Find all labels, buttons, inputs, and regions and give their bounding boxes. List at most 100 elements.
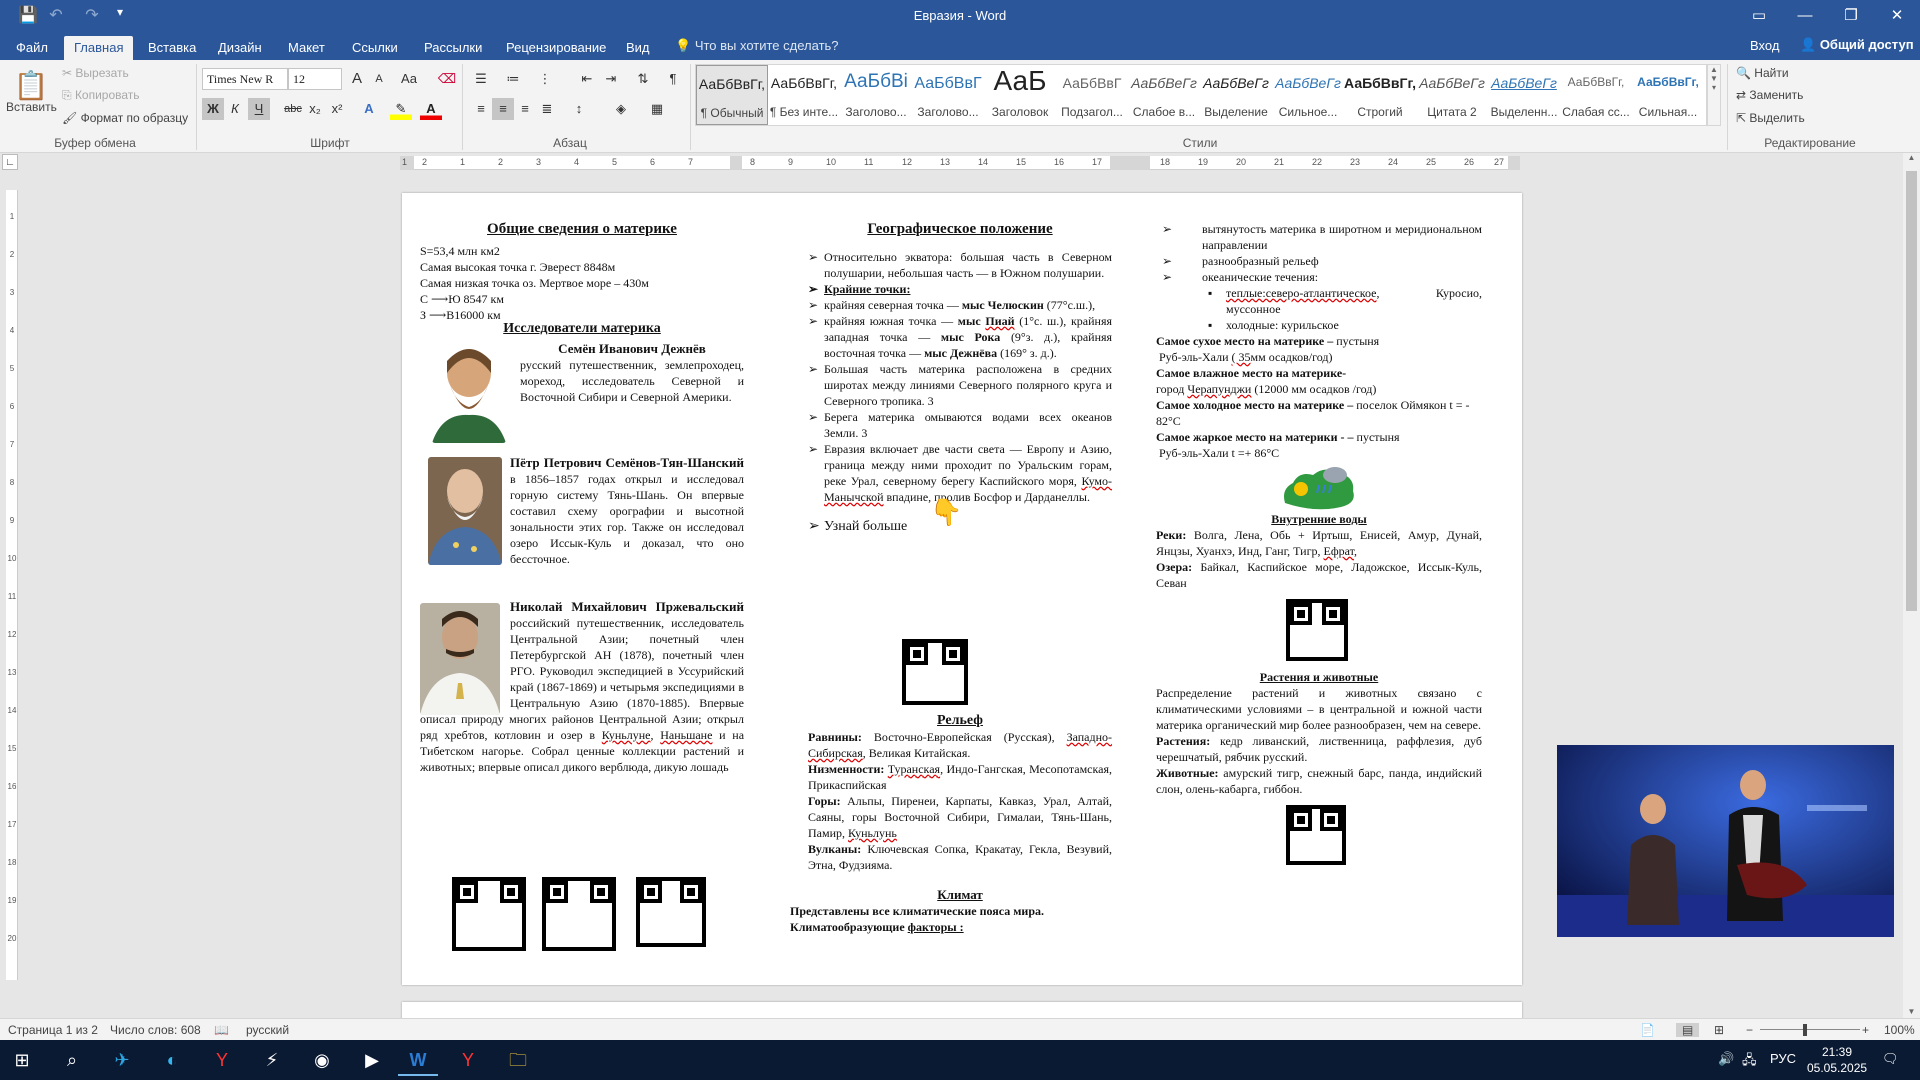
style-normal[interactable]: АаБбВвГг, ¶ Обычный xyxy=(696,65,768,125)
font-size-box[interactable]: 12 xyxy=(288,68,342,90)
tell-me-search[interactable]: 💡 Что вы хотите сделать? xyxy=(675,38,839,54)
show-formatting-icon[interactable]: ¶ xyxy=(662,68,684,90)
zoom-slider-thumb[interactable] xyxy=(1803,1024,1807,1036)
font-name-box[interactable]: Times New R xyxy=(202,68,288,90)
language-indicator[interactable]: русский xyxy=(246,1023,289,1037)
paste-button[interactable]: Вставить xyxy=(6,100,57,114)
justify-icon[interactable]: ≣ xyxy=(536,98,558,120)
save-icon[interactable]: 💾 xyxy=(16,5,40,25)
zoom-in-icon[interactable]: + xyxy=(1862,1023,1869,1037)
vertical-scrollbar[interactable]: ▲ ▼ xyxy=(1903,153,1920,1018)
find-button[interactable]: 🔍 Найти xyxy=(1736,66,1789,80)
style-title[interactable]: АаБ Заголовок xyxy=(984,65,1056,125)
tab-file[interactable]: Файл xyxy=(6,36,58,60)
windows-start-icon[interactable]: ⊞ xyxy=(2,1044,42,1076)
tab-design[interactable]: Дизайн xyxy=(208,36,272,60)
style-heading-1[interactable]: АаБбВі Заголово... xyxy=(840,65,912,125)
gaming-app-icon[interactable]: ◉ xyxy=(302,1044,342,1076)
web-layout-icon[interactable]: ⊞ xyxy=(1714,1023,1724,1037)
zoom-slider[interactable] xyxy=(1760,1029,1860,1030)
numbering-icon[interactable]: ≔ xyxy=(502,68,524,90)
tab-review[interactable]: Рецензирование xyxy=(496,36,616,60)
style-emphasis[interactable]: АаБбВеГг Выделение xyxy=(1200,65,1272,125)
redo-icon[interactable]: ↷ xyxy=(80,5,104,25)
style-subtle-reference[interactable]: АаБбВвГг, Слабая сс... xyxy=(1560,65,1632,125)
clock[interactable]: 21:39 05.05.2025 xyxy=(1807,1044,1867,1076)
print-layout-icon[interactable]: ▤ xyxy=(1676,1023,1700,1037)
scroll-thumb[interactable] xyxy=(1906,171,1917,611)
yandex-browser-icon[interactable]: Y xyxy=(202,1044,242,1076)
maximize-button[interactable]: ❐ xyxy=(1828,0,1874,32)
sign-in-link[interactable]: Вход xyxy=(1750,38,1779,53)
superscript-button[interactable]: x² xyxy=(326,98,348,120)
bullets-icon[interactable]: ☰ xyxy=(470,68,492,90)
close-button[interactable]: ✕ xyxy=(1874,0,1920,32)
format-painter-button[interactable]: 🖌 Формат по образцу xyxy=(62,111,188,125)
chevron-down-icon[interactable]: ▼ xyxy=(1708,74,1720,83)
tab-layout[interactable]: Макет xyxy=(278,36,335,60)
change-case-icon[interactable]: Aa xyxy=(398,68,420,90)
customize-quick-access-icon[interactable]: ▾ xyxy=(108,5,132,19)
edge-icon[interactable]: ◐ xyxy=(152,1044,192,1076)
undo-icon[interactable]: ↶ xyxy=(44,5,68,25)
read-mode-icon[interactable]: 📄 xyxy=(1640,1023,1655,1037)
align-left-icon[interactable]: ≡ xyxy=(470,98,492,120)
sort-icon[interactable]: ⇅ xyxy=(632,68,654,90)
style-subtitle[interactable]: АаБбВвГ Подзагол... xyxy=(1056,65,1128,125)
tab-home[interactable]: Главная xyxy=(64,36,134,60)
horizontal-ruler[interactable]: 1 2 1 2 3 4 5 6 7 8 9 10 11 12 13 14 15 … xyxy=(400,156,1520,170)
cut-button[interactable]: ✂ Вырезать xyxy=(62,66,129,80)
align-center-icon[interactable]: ≡ xyxy=(492,98,514,120)
zoom-level[interactable]: 100% xyxy=(1884,1023,1915,1037)
grow-font-icon[interactable]: A xyxy=(346,68,368,90)
strikethrough-button[interactable]: abc xyxy=(282,98,304,120)
align-right-icon[interactable]: ≡ xyxy=(514,98,536,120)
page-count[interactable]: Страница 1 из 2 xyxy=(8,1023,98,1037)
video-overlay[interactable] xyxy=(1557,745,1894,937)
tab-insert[interactable]: Вставка xyxy=(138,36,206,60)
shrink-font-icon[interactable]: A xyxy=(368,68,390,90)
minimize-button[interactable]: — xyxy=(1782,0,1828,32)
language-indicator[interactable]: РУС xyxy=(1770,1051,1796,1066)
shading-icon[interactable]: ◈ xyxy=(610,98,632,120)
zoom-out-icon[interactable]: − xyxy=(1746,1023,1753,1037)
word-icon[interactable]: W xyxy=(398,1044,438,1076)
subscript-button[interactable]: x₂ xyxy=(304,98,326,120)
borders-icon[interactable]: ▦ xyxy=(646,98,668,120)
styles-scroll[interactable]: ▲ ▼ ▾ xyxy=(1707,64,1721,126)
tab-view[interactable]: Вид xyxy=(616,36,660,60)
notifications-icon[interactable]: 🗨 xyxy=(1882,1051,1899,1067)
text-effects-icon[interactable]: A xyxy=(358,98,380,120)
scroll-down-icon[interactable]: ▼ xyxy=(1903,1007,1920,1016)
document-page[interactable]: Общие сведения о материке S=53,4 млн км2… xyxy=(402,193,1522,985)
tab-selector-icon[interactable]: ∟ xyxy=(2,154,18,170)
tab-references[interactable]: Ссылки xyxy=(342,36,408,60)
underline-button[interactable]: Ч xyxy=(248,98,270,120)
tab-mailings[interactable]: Рассылки xyxy=(414,36,492,60)
scroll-up-icon[interactable]: ▲ xyxy=(1903,153,1920,162)
word-count[interactable]: Число слов: 608 xyxy=(110,1023,201,1037)
app-icon[interactable]: ⚡ xyxy=(252,1044,292,1076)
decrease-indent-icon[interactable]: ⇤ xyxy=(576,68,598,90)
style-strong[interactable]: АаБбВвГг, Строгий xyxy=(1344,65,1416,125)
vertical-ruler[interactable]: 1 2 3 4 5 6 7 8 9 10 11 12 13 14 15 16 1… xyxy=(6,190,18,980)
chevron-up-icon[interactable]: ▲ xyxy=(1708,65,1720,74)
telegram-icon[interactable]: ✈ xyxy=(102,1044,142,1076)
increase-indent-icon[interactable]: ⇥ xyxy=(600,68,622,90)
search-icon[interactable]: ⌕ xyxy=(52,1044,92,1076)
style-subtle-emphasis[interactable]: АаБбВеГг Слабое в... xyxy=(1128,65,1200,125)
style-quote[interactable]: АаБбВеГг Цитата 2 xyxy=(1416,65,1488,125)
style-intense-quote[interactable]: АаБбВеГг Выделенн... xyxy=(1488,65,1560,125)
style-intense-reference[interactable]: АаБбВвГг, Сильная... xyxy=(1632,65,1704,125)
copy-button[interactable]: ⎘ Копировать xyxy=(62,88,140,103)
replace-button[interactable]: ⇄ Заменить xyxy=(1736,88,1803,102)
bold-button[interactable]: Ж xyxy=(202,98,224,120)
select-button[interactable]: ⇱ Выделить xyxy=(1736,111,1805,125)
style-no-spacing[interactable]: АаБбВвГг, ¶ Без инте... xyxy=(768,65,840,125)
italic-button[interactable]: К xyxy=(224,98,246,120)
highlight-icon[interactable]: ✎ xyxy=(390,98,412,120)
network-icon[interactable]: 🖧 xyxy=(1742,1051,1757,1073)
share-button[interactable]: 👤 Общий доступ xyxy=(1794,35,1920,57)
clear-formatting-icon[interactable]: ⌫ xyxy=(436,68,458,90)
style-heading-2[interactable]: АаБбВвГ Заголово... xyxy=(912,65,984,125)
